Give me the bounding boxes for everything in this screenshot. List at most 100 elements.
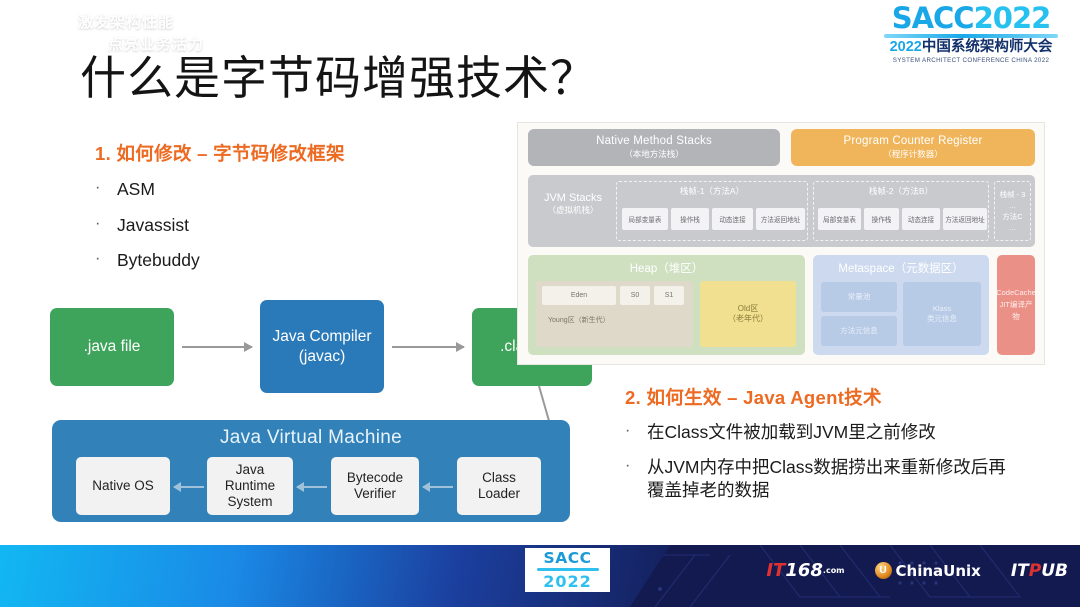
- badge-sacc-text: SACC: [543, 549, 592, 567]
- heap-young-generation: Eden S0 S1 Young区（新生代）: [536, 281, 693, 347]
- runtime-line2: Runtime: [224, 477, 276, 493]
- logo-english-subtitle: SYSTEM ARCHITECT CONFERENCE CHINA 2022: [892, 57, 1050, 65]
- frame2-slot-local-vars: 局部变量表: [818, 208, 861, 230]
- itpub-p: P: [1028, 560, 1042, 581]
- section-one-bullet-2: Bytebuddy: [117, 250, 200, 271]
- bullet-icon: ·: [625, 456, 631, 474]
- jvm-cell-java-runtime-system: Java Runtime System: [207, 457, 293, 515]
- footer-sacc-badge: SACC 2022: [525, 548, 610, 592]
- verifier-line2: Verifier: [353, 486, 397, 501]
- it168-com: .com: [822, 566, 845, 575]
- bullet-icon: ·: [95, 214, 101, 232]
- java-compilation-diagram: .java file Java Compiler (javac) .class …: [42, 290, 592, 532]
- heap-s1: S1: [654, 286, 684, 305]
- frame1-slot-local-vars: 局部变量表: [622, 208, 668, 230]
- stack-frame-3: 栈帧 - 3 … 方法C …: [994, 181, 1031, 241]
- box-code-cache: CodeCache JIT编译产物: [996, 255, 1036, 355]
- compiler-label-line1: Java Compiler: [272, 328, 372, 346]
- logo-sacc-year: 2022: [973, 1, 1052, 35]
- metaspace-en: Metaspace: [838, 263, 895, 275]
- compiler-label-line2: (javac): [298, 347, 346, 365]
- node-java-file: .java file: [50, 308, 174, 386]
- bullet-icon: ·: [95, 179, 101, 196]
- old-line2: （老年代）: [728, 314, 768, 323]
- frame1-slot-return-address: 方法返回地址: [756, 208, 805, 230]
- section-two: 2. 如何生效 – Java Agent技术 · 在Class文件被加载到JVM…: [625, 384, 1045, 503]
- section-two-heading: 2. 如何生效 – Java Agent技术: [625, 387, 882, 408]
- chinaunix-text: ChinaUnix: [895, 561, 981, 580]
- arrow-java-to-compiler: [182, 342, 253, 352]
- section-one-heading: 1. 如何修改 – 字节码修改框架: [95, 143, 345, 164]
- badge-year-text: 2022: [543, 572, 592, 591]
- list-item: · 从JVM内存中把Class数据捞出来重新修改后再覆盖掉老的数据: [625, 456, 1045, 503]
- pc-register-en: Program Counter Register: [843, 135, 983, 147]
- codecache-line1: CodeCache: [996, 288, 1036, 297]
- frame1-slot-dynamic-link: 动态连接: [712, 208, 753, 230]
- pc-register-cn: （程序计数器）: [883, 149, 943, 159]
- frame3-line1: 栈帧 - 3: [999, 189, 1026, 199]
- footer-slogan: 激发架构性能 点亮业务活力: [78, 12, 204, 56]
- loader-line1: Class: [482, 469, 516, 485]
- frame2-title: 栈帧-2（方法B）: [868, 186, 934, 196]
- sacc-conference-logo: SACC2022 2022中国系统架构师大会 SYSTEM ARCHITECT …: [876, 4, 1066, 64]
- it168-168: 168: [785, 560, 823, 581]
- frame3-line4: …: [1008, 223, 1017, 233]
- arrow-compiler-to-class: [392, 342, 465, 352]
- list-item: · Bytebuddy: [95, 249, 475, 273]
- native-method-stacks-en: Native Method Stacks: [596, 135, 712, 147]
- heap-old-generation: Old区 （老年代）: [700, 281, 796, 347]
- heap-eden: Eden: [542, 286, 616, 305]
- itpub-it: IT: [1010, 560, 1029, 581]
- box-native-method-stacks: Native Method Stacks （本地方法栈）: [528, 129, 780, 166]
- logo-it168: IT 168 .com: [766, 560, 844, 581]
- footer-partner-logos: IT168.com ChinaUnix ITPUB: [766, 560, 1068, 581]
- it168-it: IT: [766, 560, 786, 581]
- bullet-icon: ·: [95, 250, 101, 268]
- metaspace-method-meta: 方法元信息: [821, 316, 897, 346]
- node-java-compiler: Java Compiler (javac): [260, 300, 384, 393]
- klass-line2: 类元信息: [927, 314, 957, 323]
- jvm-stacks-cn: （虚拟机栈）: [547, 205, 599, 215]
- runtime-line1: Java: [235, 461, 265, 477]
- metaspace-title: Metaspace（元数据区）: [813, 255, 989, 276]
- box-program-counter-register: Program Counter Register （程序计数器）: [791, 129, 1035, 166]
- logo-sacc-word: SACC: [891, 1, 975, 35]
- runtime-line3: System: [227, 494, 273, 510]
- jvm-stacks-en: JVM Stacks: [543, 192, 603, 204]
- jvm-cell-class-loader: Class Loader: [457, 457, 541, 515]
- itpub-ub: UB: [1041, 560, 1068, 581]
- logo-chinese-title: 2022中国系统架构师大会: [876, 39, 1066, 55]
- codecache-line2: JIT编译产物: [999, 300, 1033, 321]
- arrow-loader-to-verifier: [422, 482, 453, 492]
- heap-cn: （堆区）: [657, 263, 704, 275]
- heap-s0: S0: [620, 286, 650, 305]
- logo-chinese-year: 2022: [889, 39, 922, 55]
- jvm-cell-bytecode-verifier: Bytecode Verifier: [331, 457, 419, 515]
- badge-divider: [536, 568, 599, 571]
- section-one-bullet-0: ASM: [117, 179, 155, 199]
- frame2-slot-operand-stack: 操作栈: [864, 208, 899, 230]
- frame1-title: 栈帧-1（方法A）: [679, 186, 745, 196]
- section-one-bullet-1: Javassist: [117, 214, 189, 235]
- slide-root: SACC2022 2022中国系统架构师大会 SYSTEM ARCHITECT …: [0, 0, 1080, 607]
- jvm-cell-native-os: Native OS: [76, 457, 170, 515]
- slogan-line-2: 点亮业务活力: [108, 35, 205, 53]
- jvm-memory-diagram: Native Method Stacks （本地方法栈） Program Cou…: [517, 122, 1045, 365]
- frame3-line3: 方法C: [1002, 212, 1023, 221]
- metaspace-constant-pool: 常量池: [821, 282, 897, 312]
- frame1-slot-operand-stack: 操作栈: [671, 208, 709, 230]
- list-item: · ASM: [95, 178, 475, 202]
- logo-chinese-text: 中国系统架构师大会: [921, 39, 1053, 55]
- klass-line1: Klass: [932, 303, 952, 313]
- box-heap: Heap（堆区） Eden S0 S1 Young区（新生代） Old区 （老年…: [528, 255, 805, 355]
- metaspace-klass-meta: Klass 类元信息: [903, 282, 981, 346]
- old-line1: Old区: [737, 303, 759, 313]
- stack-frame-1: 栈帧-1（方法A） 局部变量表 操作栈 动态连接 方法返回地址: [616, 181, 808, 241]
- box-metaspace: Metaspace（元数据区） 常量池 方法元信息 Klass 类元信息: [813, 255, 989, 355]
- section-two-bullet-1: 从JVM内存中把Class数据捞出来重新修改后再覆盖掉老的数据: [647, 456, 1006, 501]
- frame2-slot-return-address: 方法返回地址: [943, 208, 987, 230]
- list-item: · 在Class文件被加载到JVM里之前修改: [625, 421, 1045, 445]
- stack-frame-2: 栈帧-2（方法B） 局部变量表 操作栈 动态连接 方法返回地址: [813, 181, 989, 241]
- native-method-stacks-cn: （本地方法栈）: [624, 149, 684, 159]
- section-two-bullet-0: 在Class文件被加载到JVM里之前修改: [647, 422, 936, 442]
